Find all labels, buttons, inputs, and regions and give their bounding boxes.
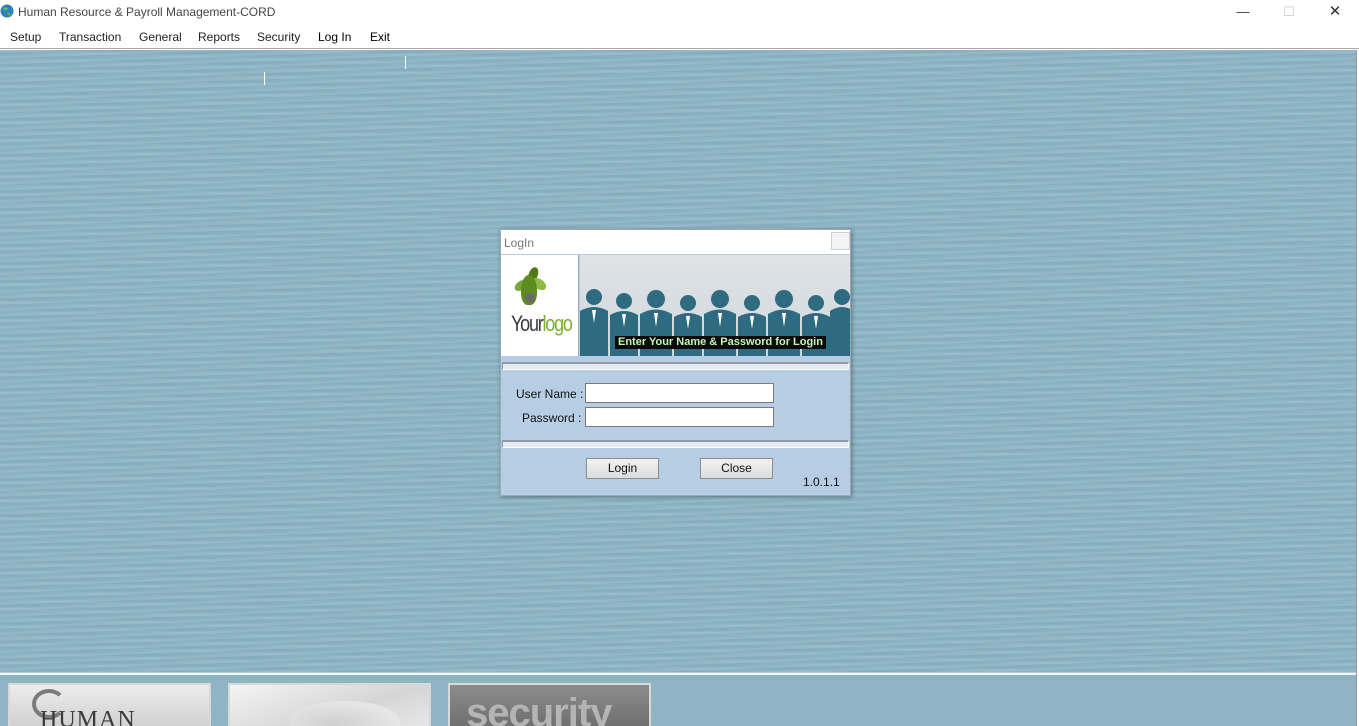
menu-security[interactable]: Security — [257, 30, 300, 44]
menu-general[interactable]: General — [139, 30, 182, 44]
menu-transaction[interactable]: Transaction — [59, 30, 121, 44]
password-label: Password : — [522, 411, 582, 425]
security-tile-label: security — [466, 691, 612, 726]
menu-exit[interactable]: Exit — [370, 30, 390, 44]
close-button[interactable]: Close — [700, 458, 773, 479]
bottom-tile-strip: HUMAN security — [0, 675, 1356, 726]
logo-wordmark: Yourlogo — [511, 311, 573, 336]
cursor-mark — [405, 56, 406, 69]
version-label: 1.0.1.1 — [803, 475, 840, 489]
payroll-tile[interactable] — [228, 683, 431, 726]
hr-tile[interactable]: HUMAN — [8, 683, 211, 726]
hands-image-icon — [290, 701, 400, 726]
window-title: Human Resource & Payroll Management-CORD — [18, 5, 276, 19]
login-banner: Enter Your Name & Password for Login — [580, 255, 850, 356]
banner-caption: Enter Your Name & Password for Login — [615, 336, 826, 349]
minimize-icon[interactable]: — — [1220, 0, 1266, 25]
menu-reports[interactable]: Reports — [198, 30, 240, 44]
login-dialog-title: LogIn — [504, 236, 535, 250]
username-label: User Name : — [516, 387, 584, 401]
divider-top — [502, 362, 849, 370]
logo-seed — [525, 293, 535, 303]
cursor-mark — [264, 72, 265, 85]
security-tile[interactable]: security — [448, 683, 651, 726]
username-input[interactable] — [585, 383, 774, 403]
maximize-icon[interactable]: ☐ — [1266, 0, 1312, 25]
window-titlebar: Human Resource & Payroll Management-CORD… — [0, 0, 1359, 25]
menu-setup[interactable]: Setup — [10, 30, 41, 44]
password-input[interactable] — [585, 407, 774, 427]
menu-bar: Setup Transaction General Reports Securi… — [0, 25, 1359, 49]
close-icon[interactable]: ✕ — [1312, 0, 1358, 25]
app-globe-icon — [0, 4, 14, 18]
login-dialog: LogIn Yourlogo Enter Your Name & Passwor… — [500, 229, 851, 496]
dialog-close-icon[interactable] — [831, 232, 850, 250]
divider-bottom — [502, 440, 849, 448]
login-dialog-titlebar: LogIn — [501, 230, 850, 254]
menu-log-in[interactable]: Log In — [318, 30, 351, 44]
login-button[interactable]: Login — [586, 458, 659, 479]
hr-tile-label: HUMAN — [40, 707, 136, 726]
company-logo: Yourlogo — [501, 255, 579, 356]
